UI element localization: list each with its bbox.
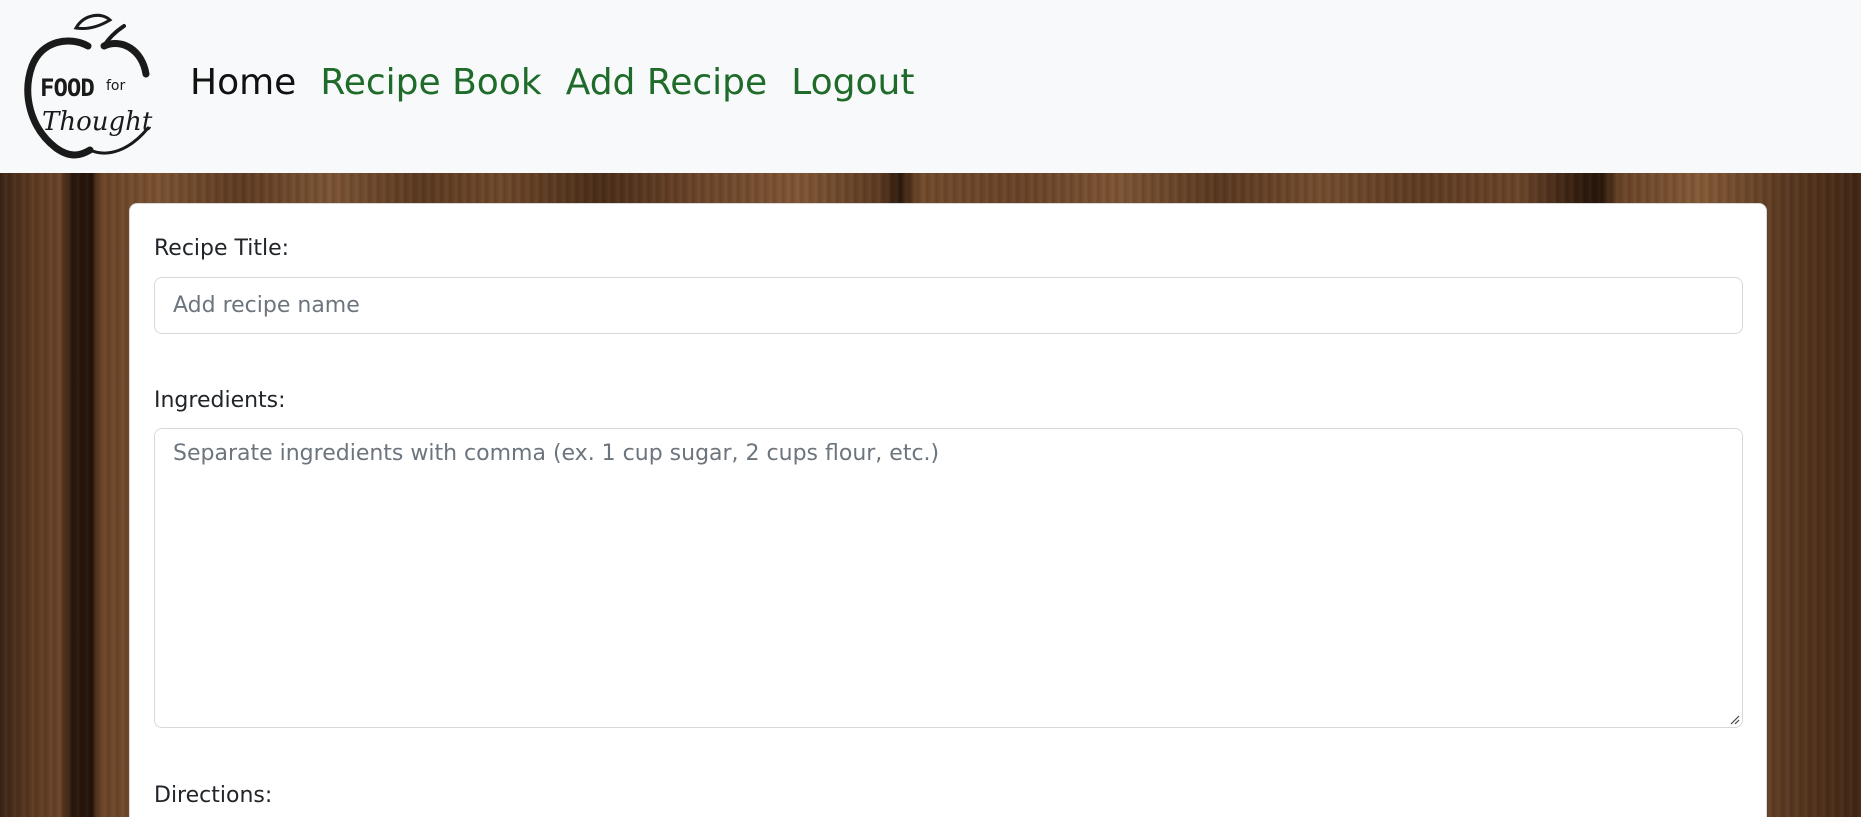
nav-links: Home Recipe Book Add Recipe Logout [190, 62, 914, 103]
nav-link-home[interactable]: Home [190, 62, 296, 103]
add-recipe-form: Recipe Title: Ingredients: Directions: [129, 203, 1767, 817]
logo-text-thought: Thought [42, 107, 153, 137]
ingredients-label: Ingredients: [154, 388, 286, 413]
resize-grip-icon[interactable] [1728, 713, 1740, 725]
logo-text-for: for [106, 78, 125, 94]
ingredients-textarea[interactable] [154, 428, 1743, 728]
nav-link-add-recipe[interactable]: Add Recipe [566, 62, 767, 103]
recipe-title-label: Recipe Title: [154, 236, 290, 261]
navbar: FOOD for Thought Home Recipe Book Add Re… [0, 0, 1861, 173]
apple-logo-icon[interactable]: FOOD for Thought [18, 10, 154, 160]
nav-link-logout[interactable]: Logout [791, 62, 914, 103]
recipe-title-input[interactable] [154, 277, 1743, 334]
directions-label: Directions: [154, 783, 273, 808]
logo-text-food: FOOD [40, 74, 94, 102]
nav-link-recipe-book[interactable]: Recipe Book [320, 62, 541, 103]
